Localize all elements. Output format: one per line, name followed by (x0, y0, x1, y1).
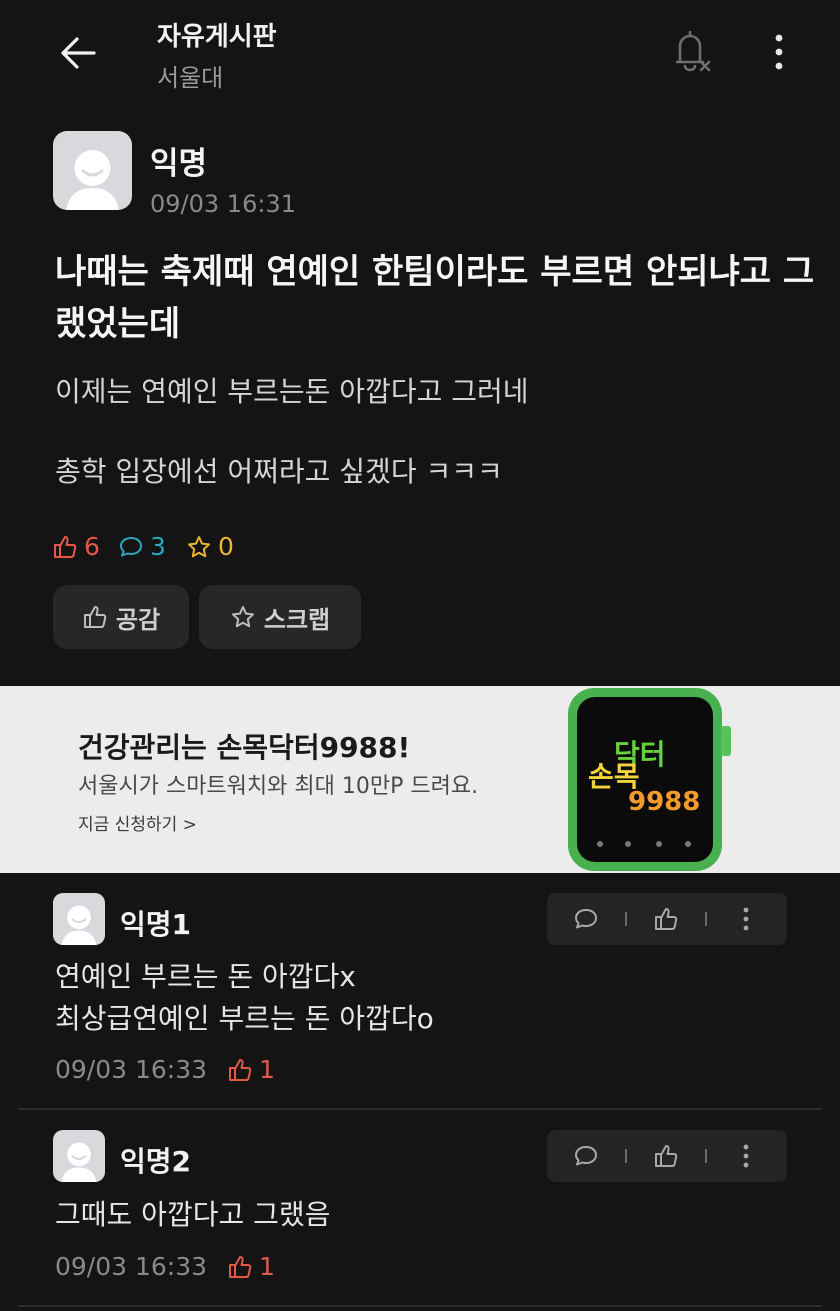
post-author: 익명 (150, 146, 208, 182)
post-title: 나때는 축제때 연예인 한팀이라도 부르면 안되냐고 그랬었는데 (55, 252, 815, 344)
more-vertical-icon (743, 1144, 749, 1168)
comment-more-button[interactable] (707, 906, 785, 932)
comment-like-value: 1 (259, 1055, 275, 1084)
back-button[interactable] (56, 30, 102, 76)
ad-subtitle: 서울시가 스마트워치와 최대 10만P 드려요. (78, 774, 479, 799)
post-body: 이제는 연예인 부르는돈 아깝다고 그러네 총학 입장에선 어쩌라고 싶겠다 ㅋ… (55, 370, 815, 530)
thumbs-up-icon (655, 1145, 678, 1167)
speech-bubble-icon (575, 909, 597, 929)
scrap-count: 0 (186, 532, 234, 561)
scrap-count-value: 0 (218, 532, 234, 561)
comment-timestamp: 09/03 16:33 (55, 1252, 208, 1281)
comment-text-line: 그때도 아깝다고 그랬음 (55, 1198, 331, 1231)
school-name: 서울대 (157, 64, 224, 92)
ad-cta-link[interactable]: 지금 신청하기 > (78, 810, 197, 835)
comment-text: 연예인 부르는 돈 아깝다x 최상급연예인 부르는 돈 아깝다o (55, 956, 434, 1040)
author-avatar (53, 131, 132, 210)
like-count-value: 6 (84, 532, 100, 561)
comment-text: 그때도 아깝다고 그랬음 (55, 1194, 330, 1236)
thumbs-up-icon (655, 908, 678, 930)
comment-like-button[interactable] (627, 906, 705, 932)
like-count: 6 (52, 532, 100, 561)
comment-count-value: 3 (150, 532, 166, 561)
comment-count: 3 (118, 532, 166, 561)
reply-button[interactable] (547, 906, 625, 932)
comment-author: 익명2 (120, 1145, 192, 1178)
ad-title: 건강관리는 손목닥터9988! (78, 731, 411, 764)
comment-actions (547, 893, 787, 945)
more-options-button[interactable] (764, 30, 794, 74)
comment-actions (547, 1130, 787, 1182)
star-icon (231, 606, 254, 628)
comment-like-button[interactable] (627, 1143, 705, 1169)
comment-more-button[interactable] (707, 1143, 785, 1169)
thumbs-up-icon (229, 1255, 252, 1278)
more-vertical-icon (743, 907, 749, 931)
comment-like-count: 1 (227, 1252, 275, 1281)
bell-off-icon (675, 30, 711, 72)
smartwatch-image: 닥터 손목 9988 (566, 686, 738, 873)
star-icon (188, 535, 210, 557)
post-body-line: 총학 입장에선 어쩌라고 싶겠다 ㅋㅋㅋ (55, 455, 503, 488)
comment-divider (18, 1305, 822, 1307)
watch-logo-line: 9988 (628, 787, 700, 817)
like-button-label: 공감 (115, 605, 161, 634)
more-vertical-icon (775, 34, 783, 70)
notification-toggle-button[interactable] (668, 26, 716, 76)
ad-banner[interactable]: 건강관리는 손목닥터9988! 서울시가 스마트워치와 최대 10만P 드려요.… (0, 686, 840, 873)
board-title: 자유게시판 (157, 22, 277, 52)
anonymous-user-icon (61, 1142, 97, 1182)
comment-timestamp: 09/03 16:33 (55, 1055, 208, 1084)
post-body-line: 이제는 연예인 부르는돈 아깝다고 그러네 (55, 375, 529, 408)
comment-like-value: 1 (259, 1252, 275, 1281)
comment-avatar (53, 893, 105, 945)
anonymous-user-icon (61, 905, 97, 945)
scrap-button-label: 스크랩 (263, 605, 331, 634)
comment-text-line: 연예인 부르는 돈 아깝다x (55, 960, 356, 993)
comment-author: 익명1 (120, 908, 192, 941)
comment-like-count: 1 (227, 1055, 275, 1084)
thumbs-up-icon (83, 606, 107, 628)
arrow-left-icon (61, 37, 96, 69)
thumbs-up-icon (54, 535, 77, 558)
thumbs-up-icon (229, 1058, 252, 1081)
scrap-button[interactable]: 스크랩 (199, 585, 361, 649)
anonymous-user-icon (66, 150, 119, 210)
comment-divider (18, 1108, 822, 1110)
comment-avatar (53, 1130, 105, 1182)
speech-bubble-icon (575, 1146, 597, 1166)
like-button[interactable]: 공감 (53, 585, 189, 649)
reply-button[interactable] (547, 1143, 625, 1169)
post-timestamp: 09/03 16:31 (150, 190, 296, 218)
comment-text-line: 최상급연예인 부르는 돈 아깝다o (55, 1002, 434, 1035)
speech-bubble-icon (120, 536, 142, 556)
